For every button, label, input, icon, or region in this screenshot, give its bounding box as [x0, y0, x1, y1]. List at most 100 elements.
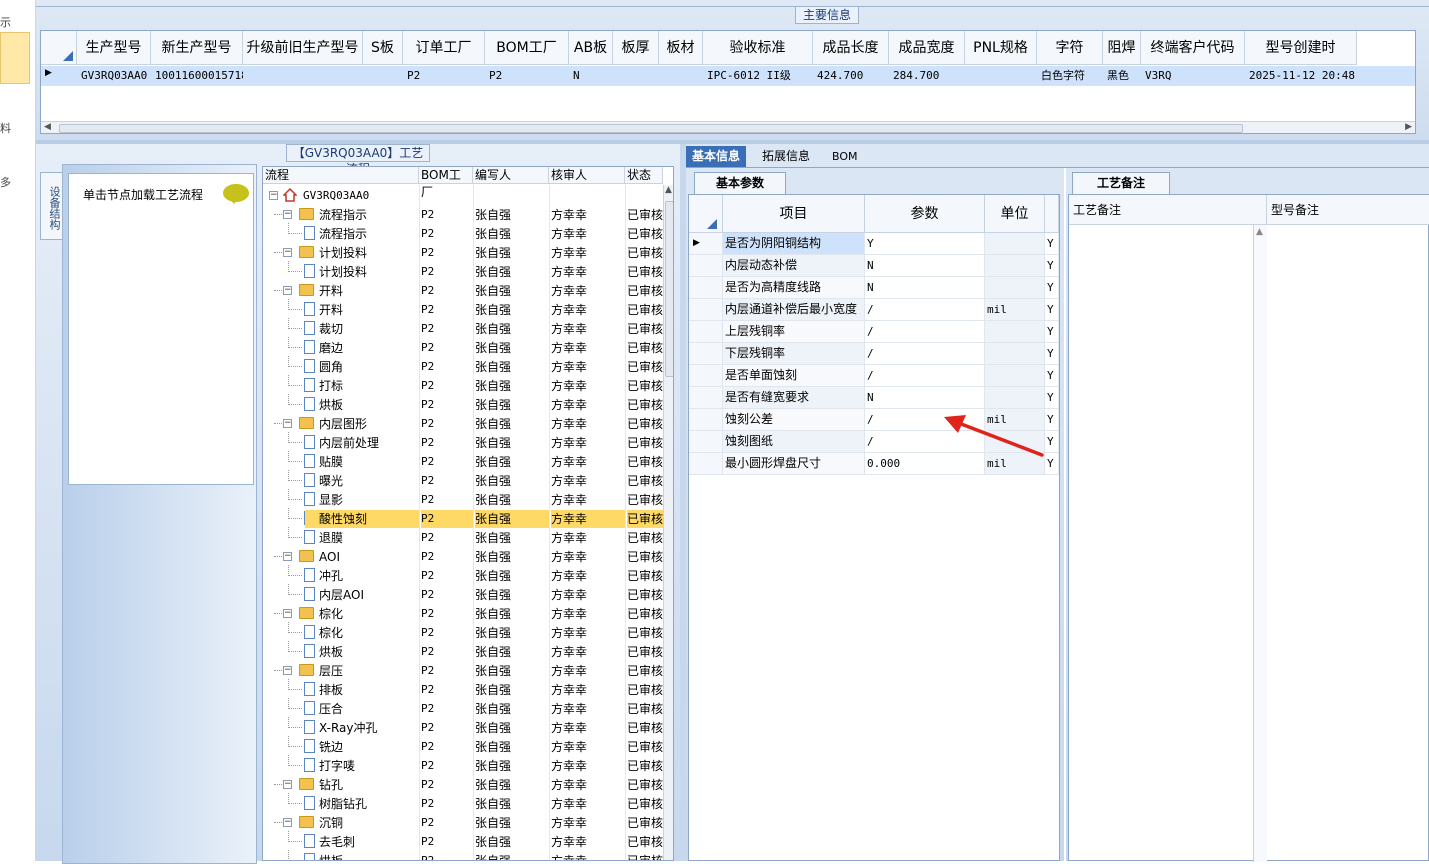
col-header-6[interactable]: BOM工厂: [485, 31, 569, 65]
craft-notes-grid[interactable]: 工艺备注 型号备注 ▲: [1068, 194, 1429, 862]
tab-basic-info[interactable]: 基本信息: [686, 146, 747, 167]
param-value-cell[interactable]: /: [865, 365, 985, 386]
col-header-param[interactable]: 参数: [865, 195, 985, 233]
col-header-4[interactable]: S板: [363, 31, 403, 65]
collapse-toggle-icon[interactable]: −: [283, 666, 292, 675]
left-nav-label-2[interactable]: 料: [0, 120, 11, 136]
tree-col-header-4[interactable]: 状态: [625, 167, 663, 184]
col-header-item[interactable]: 项目: [723, 195, 865, 233]
param-value-cell[interactable]: N: [865, 277, 985, 298]
tree-node-step[interactable]: 打字唛 P2 张自强 方幸幸 已审核: [263, 755, 663, 775]
tree-node-step[interactable]: 酸性蚀刻 P2 张自强 方幸幸 已审核: [263, 508, 663, 528]
tree-node-step[interactable]: 排板 P2 张自强 方幸幸 已审核: [263, 679, 663, 699]
tab-equipment-structure[interactable]: 设备结构: [40, 172, 62, 240]
col-header-14[interactable]: 字符: [1037, 31, 1103, 65]
collapse-toggle-icon[interactable]: −: [283, 818, 292, 827]
tree-node-step[interactable]: 铣边 P2 张自强 方幸幸 已审核: [263, 736, 663, 756]
tree-node-step[interactable]: 压合 P2 张自强 方幸幸 已审核: [263, 698, 663, 718]
col-header-8[interactable]: 板厚: [613, 31, 659, 65]
param-row[interactable]: 下层残铜率 / Y: [689, 343, 1059, 365]
horizontal-scrollbar[interactable]: ◀ ▶: [41, 121, 1415, 133]
param-value-cell[interactable]: /: [865, 321, 985, 342]
tree-node-group[interactable]: − 棕化 P2 张自强 方幸幸 已审核: [263, 604, 663, 623]
tree-node-group[interactable]: − 钻孔 P2 张自强 方幸幸 已审核: [263, 775, 663, 794]
col-header-7[interactable]: AB板: [569, 31, 613, 65]
tab-basic-params[interactable]: 基本参数: [694, 172, 786, 194]
col-header-craft-note[interactable]: 工艺备注: [1069, 195, 1267, 225]
tree-node-step[interactable]: 裁切 P2 张自强 方幸幸 已审核: [263, 318, 663, 338]
tree-node-group[interactable]: − 沉铜 P2 张自强 方幸幸 已审核: [263, 813, 663, 832]
tree-col-header-2[interactable]: 编写人: [473, 167, 549, 184]
tree-node-group[interactable]: − 计划投料 P2 张自强 方幸幸 已审核: [263, 243, 663, 262]
tree-node-step[interactable]: 烘板 P2 张自强 方幸幸 已审核: [263, 850, 663, 860]
tree-node-group[interactable]: − 开料 P2 张自强 方幸幸 已审核: [263, 281, 663, 300]
tree-vertical-scrollbar[interactable]: ▲: [663, 185, 673, 860]
collapse-toggle-icon[interactable]: −: [269, 191, 278, 200]
col-header-10[interactable]: 验收标准: [703, 31, 813, 65]
col-header-1[interactable]: 生产型号: [77, 31, 151, 65]
left-nav-label-1[interactable]: 示: [0, 14, 11, 30]
note-box[interactable]: 单击节点加载工艺流程: [68, 173, 254, 485]
param-row[interactable]: 内层动态补偿 N Y: [689, 255, 1059, 277]
tree-node-step[interactable]: 贴膜 P2 张自强 方幸幸 已审核: [263, 451, 663, 471]
collapse-toggle-icon[interactable]: −: [283, 210, 292, 219]
col-header-17[interactable]: 型号创建时: [1245, 31, 1357, 65]
tree-col-header-3[interactable]: 核审人: [549, 167, 625, 184]
collapse-toggle-icon[interactable]: −: [283, 419, 292, 428]
tree-node-step[interactable]: 内层AOI P2 张自强 方幸幸 已审核: [263, 584, 663, 604]
collapse-toggle-icon[interactable]: −: [283, 248, 292, 257]
tree-node-step[interactable]: 棕化 P2 张自强 方幸幸 已审核: [263, 622, 663, 642]
param-value-cell[interactable]: N: [865, 255, 985, 276]
param-row[interactable]: 是否单面蚀刻 / Y: [689, 365, 1059, 387]
tree-node-step[interactable]: 退膜 P2 张自强 方幸幸 已审核: [263, 527, 663, 547]
tree-node-step[interactable]: 树脂钻孔 P2 张自强 方幸幸 已审核: [263, 793, 663, 813]
tree-node-step[interactable]: 磨边 P2 张自强 方幸幸 已审核: [263, 337, 663, 357]
tree-node-step[interactable]: 流程指示 P2 张自强 方幸幸 已审核: [263, 223, 663, 243]
tree-node-step[interactable]: 打标 P2 张自强 方幸幸 已审核: [263, 375, 663, 395]
tree-node-group[interactable]: − 层压 P2 张自强 方幸幸 已审核: [263, 661, 663, 680]
col-header-13[interactable]: PNL规格: [965, 31, 1037, 65]
process-tree-grid[interactable]: 流程 BOM工厂 编写人 核审人 状态 − GV3RQ03AA0− 流程指示 P2 张自强 方幸幸…: [262, 166, 674, 861]
collapse-toggle-icon[interactable]: −: [283, 552, 292, 561]
tree-node-step[interactable]: 圆角 P2 张自强 方幸幸 已审核: [263, 356, 663, 376]
basic-params-grid[interactable]: 项目 参数 单位 ▶ 是否为阴阳铜结构 Y Y 内层动态补偿 N Y 是否为高精度线路 N Y 内层…: [688, 194, 1060, 861]
left-nav-label-3[interactable]: 多: [0, 174, 11, 190]
scroll-left-arrow-icon[interactable]: ◀: [44, 122, 51, 132]
collapse-toggle-icon[interactable]: −: [283, 780, 292, 789]
param-value-cell[interactable]: Y: [865, 233, 985, 254]
param-row[interactable]: 是否为高精度线路 N Y: [689, 277, 1059, 299]
tab-craft-notes[interactable]: 工艺备注: [1072, 172, 1170, 194]
tree-node-step[interactable]: 曝光 P2 张自强 方幸幸 已审核: [263, 470, 663, 490]
param-value-cell[interactable]: /: [865, 343, 985, 364]
craft-scrollbar[interactable]: ▲: [1253, 225, 1267, 862]
param-row[interactable]: 上层残铜率 / Y: [689, 321, 1059, 343]
tree-node-step[interactable]: 内层前处理 P2 张自强 方幸幸 已审核: [263, 432, 663, 452]
tree-node-step[interactable]: 计划投料 P2 张自强 方幸幸 已审核: [263, 261, 663, 281]
param-value-cell[interactable]: /: [865, 299, 985, 320]
param-row[interactable]: ▶ 是否为阴阳铜结构 Y Y: [689, 233, 1059, 255]
tree-node-step[interactable]: 烘板 P2 张自强 方幸幸 已审核: [263, 641, 663, 661]
tree-node-step[interactable]: X-Ray冲孔 P2 张自强 方幸幸 已审核: [263, 717, 663, 737]
tree-node-group[interactable]: − 流程指示 P2 张自强 方幸幸 已审核: [263, 205, 663, 224]
horizontal-scroll-thumb[interactable]: [59, 124, 1243, 133]
scroll-up-arrow-icon[interactable]: ▲: [1256, 227, 1263, 237]
scroll-right-arrow-icon[interactable]: ▶: [1405, 122, 1412, 132]
tree-node-step[interactable]: 去毛刺 P2 张自强 方幸幸 已审核: [263, 831, 663, 851]
tab-extended-info[interactable]: 拓展信息: [756, 146, 816, 167]
col-header-11[interactable]: 成品长度: [813, 31, 889, 65]
collapse-toggle-icon[interactable]: −: [283, 286, 292, 295]
tree-node-step[interactable]: 冲孔 P2 张自强 方幸幸 已审核: [263, 565, 663, 585]
collapse-toggle-icon[interactable]: −: [283, 609, 292, 618]
col-header-12[interactable]: 成品宽度: [889, 31, 965, 65]
tree-node-step[interactable]: 烘板 P2 张自强 方幸幸 已审核: [263, 394, 663, 414]
tab-bom[interactable]: BOM: [826, 146, 864, 167]
scroll-up-arrow-icon[interactable]: ▲: [665, 185, 672, 195]
col-header-unit[interactable]: 单位: [985, 195, 1045, 233]
tree-node-step[interactable]: 开料 P2 张自强 方幸幸 已审核: [263, 299, 663, 319]
left-nav-selected-item[interactable]: [0, 32, 30, 84]
col-header-15[interactable]: 阻焊: [1103, 31, 1141, 65]
param-row[interactable]: 内层通道补偿后最小宽度 / mil Y: [689, 299, 1059, 321]
tree-node-step[interactable]: 显影 P2 张自强 方幸幸 已审核: [263, 489, 663, 509]
tree-node-group[interactable]: − AOI P2 张自强 方幸幸 已审核: [263, 547, 663, 566]
col-header-9[interactable]: 板材: [659, 31, 703, 65]
